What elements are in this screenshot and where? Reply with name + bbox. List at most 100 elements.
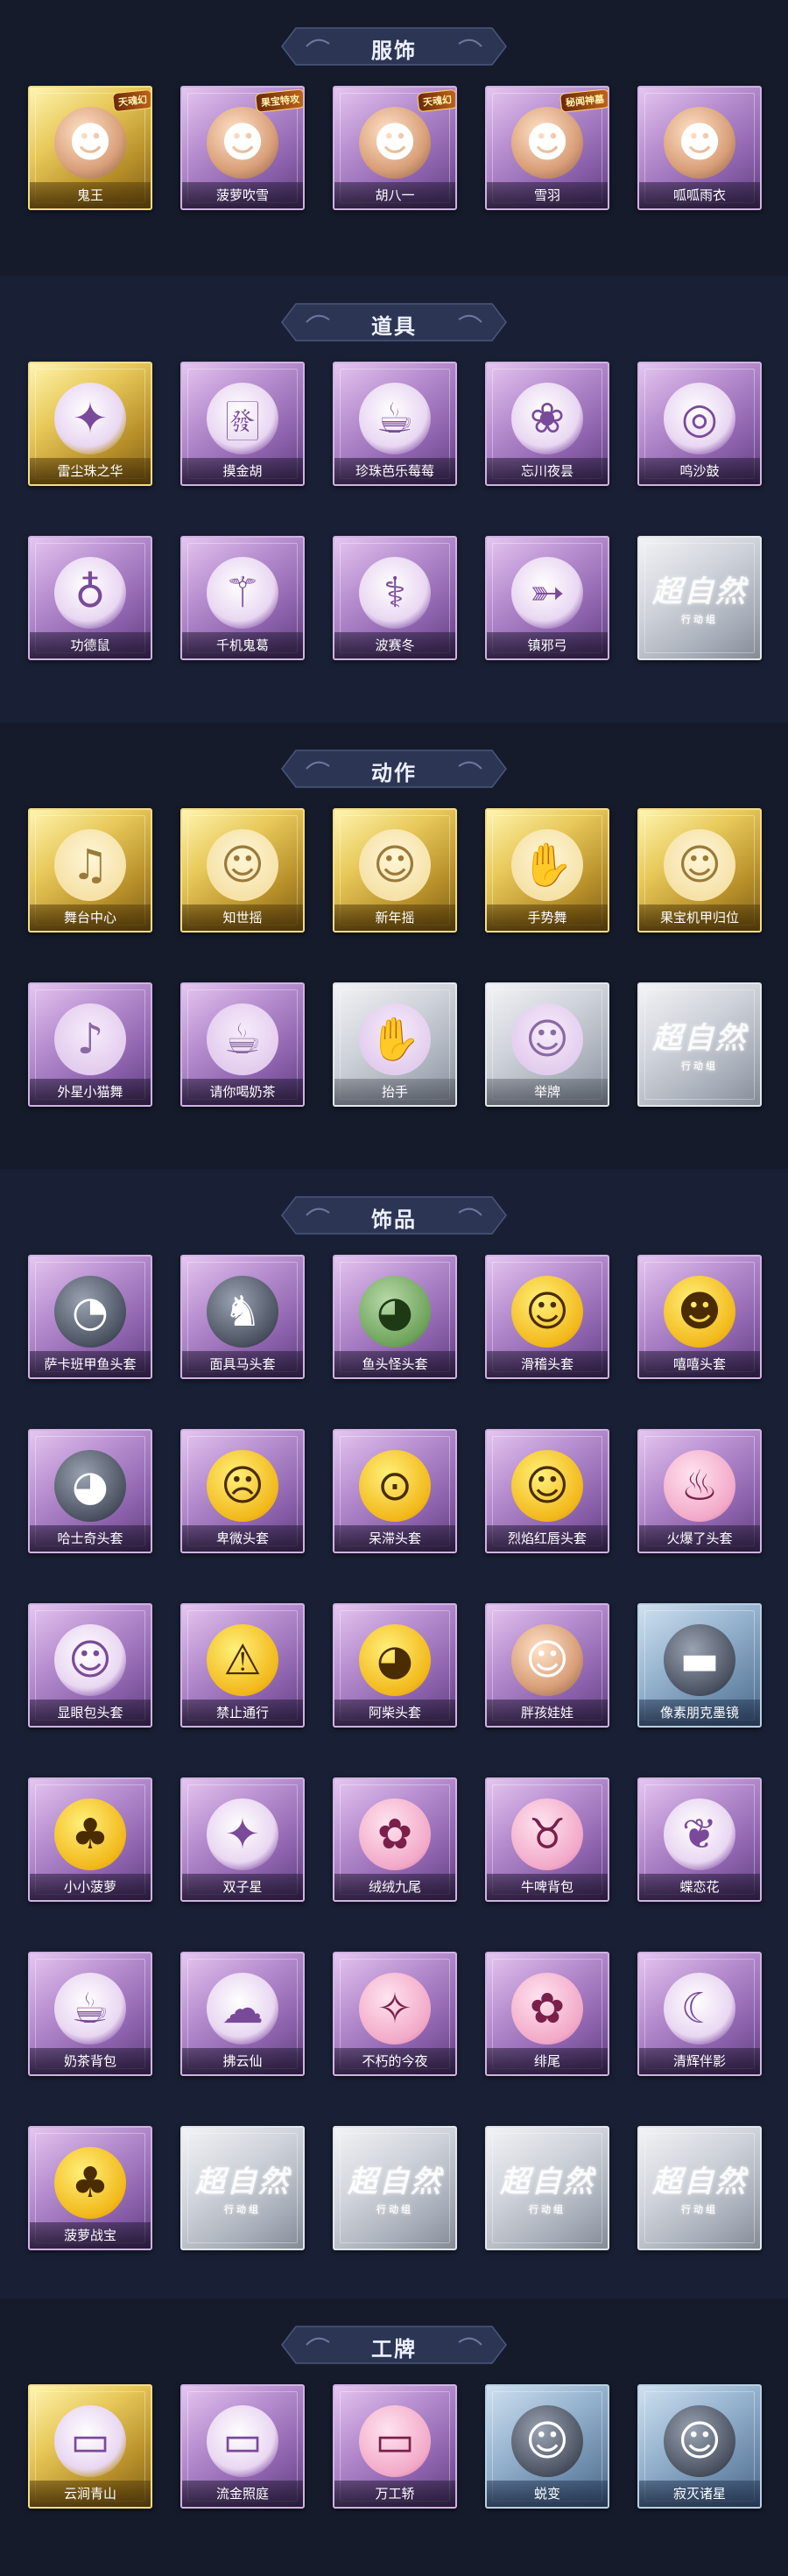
section-2: 动作 ♫ 舞台中心 ☺ 知世摇 ☺ 新年摇 ✋ 手势舞 ☺ 果宝机甲归位 ♪ 外星小猫舞 ☕ 请你喝奶茶 ✋ 抬… [0, 722, 788, 1169]
item-card[interactable]: ☕ 请你喝奶茶 [180, 982, 305, 1107]
item-card[interactable]: ✿ 绯尾 [485, 1952, 609, 2076]
mahjong-tile-icon: 🀅 [207, 383, 278, 455]
item-card[interactable]: ☺ 果宝机甲归位 [637, 808, 762, 933]
section-1: 道具 ✦ 雷尘珠之华 🀅 摸金胡 ☕ 珍珠芭乐莓莓 ❀ 忘川夜昙 ◎ 鸣沙鼓 ♁ 功德鼠 ⚚ 千机鬼葛 ⚕ 波赛… [0, 276, 788, 722]
item-card[interactable]: ☻ 果宝特攻 菠萝吹雪 [180, 86, 305, 210]
item-card[interactable]: ☺ 烈焰红唇头套 [485, 1429, 609, 1553]
item-card[interactable]: ♪ 外星小猫舞 [28, 982, 152, 1107]
item-label: 舞台中心 [30, 904, 151, 931]
item-card[interactable]: ◕ 阿柴头套 [333, 1603, 457, 1728]
item-label: 卑微头套 [182, 1525, 303, 1552]
ghost-king-skin-icon: ☻ [54, 107, 126, 179]
item-card[interactable]: ☻ 呱呱雨衣 [637, 86, 762, 210]
item-card[interactable]: ◕ 鱼头怪头套 [333, 1255, 457, 1379]
section-title: 道具 [371, 314, 417, 339]
item-card[interactable]: ❀ 忘川夜昙 [485, 362, 609, 486]
item-card[interactable]: ☻ 天魂幻 胡八一 [333, 86, 457, 210]
item-grid: ♫ 舞台中心 ☺ 知世摇 ☺ 新年摇 ✋ 手势舞 ☺ 果宝机甲归位 ♪ 外星小猫舞 ☕ 请你喝奶茶 ✋ 抬手 ☺… [28, 808, 762, 1107]
item-card[interactable]: ☺ 蜕变 [485, 2384, 609, 2509]
item-card[interactable]: ☺ 新年摇 [333, 808, 457, 933]
item-card[interactable]: 超自然 行动组 [333, 2126, 457, 2250]
item-card[interactable]: ⚠ 禁止通行 [180, 1603, 305, 1728]
item-card[interactable]: 超自然 行动组 [485, 2126, 609, 2250]
item-card[interactable]: ☕ 珍珠芭乐莓莓 [333, 362, 457, 486]
item-label: 清辉伴影 [639, 2048, 760, 2074]
bow-icon: ➳ [511, 557, 583, 630]
item-label: 不朽的今夜 [334, 2048, 455, 2074]
humble-face-icon: ☹ [207, 1450, 278, 1523]
item-card[interactable]: 超自然 行动组 [637, 2126, 762, 2250]
item-card[interactable]: 🀅 摸金胡 [180, 362, 305, 486]
item-card[interactable]: ☺ 滑稽头套 [485, 1255, 609, 1379]
item-card[interactable]: ☻ 天魂幻 鬼王 [28, 86, 152, 210]
item-card[interactable]: ▬ 像素朋克墨镜 [637, 1603, 762, 1728]
item-card[interactable]: 超自然 行动组 [637, 536, 762, 660]
item-card[interactable]: ▭ 万工轿 [333, 2384, 457, 2509]
item-card[interactable]: ♁ 功德鼠 [28, 536, 152, 660]
item-card[interactable]: ⚚ 千机鬼葛 [180, 536, 305, 660]
item-card[interactable]: ☻ 嘻嘻头套 [637, 1255, 762, 1379]
placeholder-text: 超自然 [500, 2164, 595, 2199]
item-card[interactable]: ✋ 抬手 [333, 982, 457, 1107]
item-label: 嘻嘻头套 [639, 1351, 760, 1377]
gesture-dance-icon: ✋ [511, 829, 583, 902]
item-card[interactable]: ✦ 双子星 [180, 1777, 305, 1902]
item-card[interactable]: ☁ 拂云仙 [180, 1952, 305, 2076]
item-card[interactable]: ♨ 火爆了头套 [637, 1429, 762, 1553]
item-card[interactable]: 超自然 行动组 [180, 2126, 305, 2250]
section-title: 饰品 [371, 1207, 417, 1232]
item-card[interactable]: ▭ 云涧青山 [28, 2384, 152, 2509]
placeholder-logo: 超自然 行动组 [639, 567, 760, 626]
item-card[interactable]: ✿ 绒绒九尾 [333, 1777, 457, 1902]
item-card[interactable]: ⚕ 波赛冬 [333, 536, 457, 660]
item-card[interactable]: ✋ 手势舞 [485, 808, 609, 933]
item-card[interactable]: ◕ 哈士奇头套 [28, 1429, 152, 1553]
placeholder-subtext: 行动组 [529, 2204, 566, 2215]
item-card[interactable]: ♞ 面具马头套 [180, 1255, 305, 1379]
wave-pose-icon: ☺ [207, 829, 278, 902]
item-card[interactable]: ☹ 卑微头套 [180, 1429, 305, 1553]
item-label: 万工轿 [334, 2481, 455, 2507]
item-card[interactable]: ✧ 不朽的今夜 [333, 1952, 457, 2076]
item-card[interactable]: ⊙ 呆滞头套 [333, 1429, 457, 1553]
section-title: 服饰 [371, 39, 417, 63]
item-label: 小小菠萝 [30, 1874, 151, 1900]
item-card[interactable]: ➳ 镇邪弓 [485, 536, 609, 660]
item-card[interactable]: ☕ 奶茶背包 [28, 1952, 152, 2076]
item-card[interactable]: ❦ 蝶恋花 [637, 1777, 762, 1902]
item-card[interactable]: ☻ 秘闻神墓 雪羽 [485, 86, 609, 210]
item-card[interactable]: ☺ 寂灭诸星 [637, 2384, 762, 2509]
item-card[interactable]: ♣ 菠萝战宝 [28, 2126, 152, 2250]
item-card[interactable]: ☺ 举牌 [485, 982, 609, 1107]
item-label: 雪羽 [487, 182, 608, 208]
section-4: 工牌 ▭ 云涧青山 ▭ 流金照庭 ▭ 万工轿 ☺ 蜕变 ☺ 寂灭诸星 [0, 2298, 788, 2574]
item-card[interactable]: ◔ 萨卡班甲鱼头套 [28, 1255, 152, 1379]
section-banner: 饰品 [280, 1193, 508, 1237]
item-card[interactable]: ☺ 显眼包头套 [28, 1603, 152, 1728]
horse-head-icon: ♞ [207, 1276, 278, 1348]
item-card[interactable]: ♉ 牛啤背包 [485, 1777, 609, 1902]
placeholder-subtext: 行动组 [224, 2204, 261, 2215]
item-card[interactable]: ♫ 舞台中心 [28, 808, 152, 933]
shiba-head-icon: ◕ [359, 1624, 431, 1697]
item-card[interactable]: ▭ 流金照庭 [180, 2384, 305, 2509]
item-card[interactable]: 超自然 行动组 [637, 982, 762, 1107]
item-label: 举牌 [487, 1079, 608, 1105]
item-card[interactable]: ☾ 清辉伴影 [637, 1952, 762, 2076]
item-label: 火爆了头套 [639, 1525, 760, 1552]
item-card[interactable]: ✦ 雷尘珠之华 [28, 362, 152, 486]
trident-staff-icon: ⚕ [359, 557, 431, 630]
item-card[interactable]: ☺ 知世摇 [180, 808, 305, 933]
fire-head-icon: ♨ [664, 1450, 735, 1523]
item-card[interactable]: ♣ 小小菠萝 [28, 1777, 152, 1902]
item-label: 胖孩娃娃 [487, 1700, 608, 1726]
item-card[interactable]: ☺ 胖孩娃娃 [485, 1603, 609, 1728]
transform-badge-icon: ☺ [511, 2405, 583, 2478]
placeholder-logo: 超自然 行动组 [639, 2157, 760, 2216]
item-card[interactable]: ◎ 鸣沙鼓 [637, 362, 762, 486]
immortal-night-icon: ✧ [359, 1973, 431, 2045]
item-label: 菠萝吹雪 [182, 182, 303, 208]
night-lotus-icon: ❀ [511, 383, 583, 455]
placeholder-subtext: 行动组 [681, 1060, 718, 1072]
fish-monster-head-icon: ◕ [359, 1276, 431, 1348]
